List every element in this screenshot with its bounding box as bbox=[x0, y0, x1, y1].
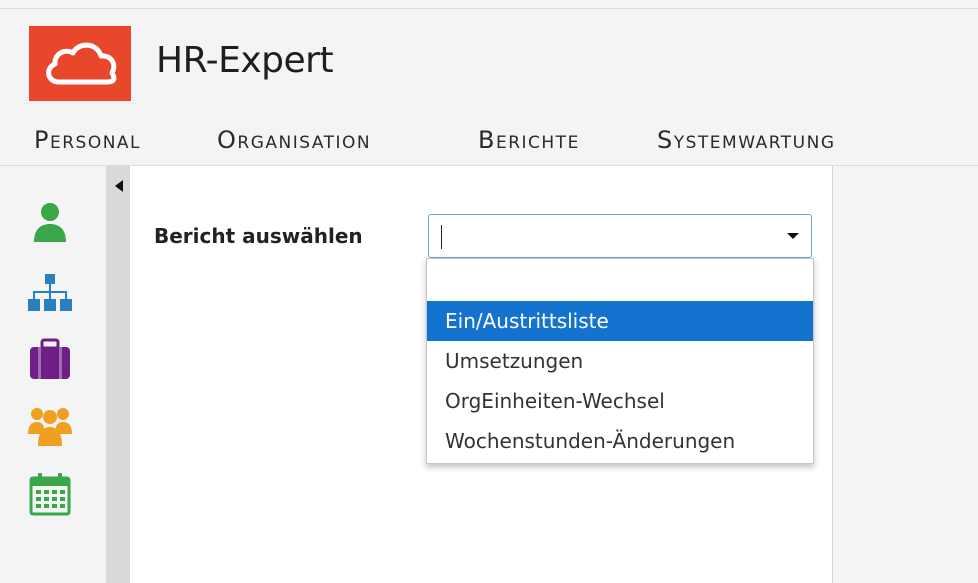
dropdown-option-umsetzungen[interactable]: Umsetzungen bbox=[427, 341, 813, 381]
group-icon[interactable] bbox=[28, 404, 72, 448]
dropdown-option-empty[interactable] bbox=[427, 261, 813, 301]
dropdown-option-ein-austrittsliste[interactable]: Ein/Austrittsliste bbox=[427, 301, 813, 341]
person-icon[interactable] bbox=[28, 200, 72, 244]
cloud-icon bbox=[46, 42, 117, 85]
dropdown-option-orgeinheiten-wechsel[interactable]: OrgEinheiten-Wechsel bbox=[427, 381, 813, 421]
org-chart-icon[interactable] bbox=[28, 274, 72, 318]
sidebar-collapse-bar[interactable] bbox=[106, 166, 130, 583]
report-select[interactable] bbox=[428, 214, 812, 258]
collapse-left-icon[interactable] bbox=[115, 180, 123, 192]
briefcase-icon[interactable] bbox=[28, 338, 72, 382]
menu-item-systemwartung[interactable]: Systemwartung bbox=[657, 126, 836, 154]
app-logo bbox=[29, 26, 131, 101]
menu-item-personal[interactable]: Personal bbox=[34, 126, 141, 154]
calendar-icon[interactable] bbox=[28, 472, 72, 516]
menu-item-berichte[interactable]: Berichte bbox=[478, 126, 580, 154]
report-select-label: Bericht auswählen bbox=[154, 224, 363, 248]
sidebar bbox=[0, 166, 106, 583]
report-dropdown-list: Ein/Austrittsliste Umsetzungen OrgEinhei… bbox=[426, 258, 814, 464]
text-cursor bbox=[441, 225, 442, 249]
app-title: HR-Expert bbox=[156, 40, 334, 81]
chevron-down-icon[interactable] bbox=[787, 233, 799, 239]
top-border bbox=[0, 0, 978, 9]
menu-item-organisation[interactable]: Organisation bbox=[217, 126, 371, 154]
main-menu: Personal Organisation Berichte Systemwar… bbox=[0, 115, 978, 166]
dropdown-option-wochenstunden-aenderungen[interactable]: Wochenstunden-Änderungen bbox=[427, 421, 813, 461]
